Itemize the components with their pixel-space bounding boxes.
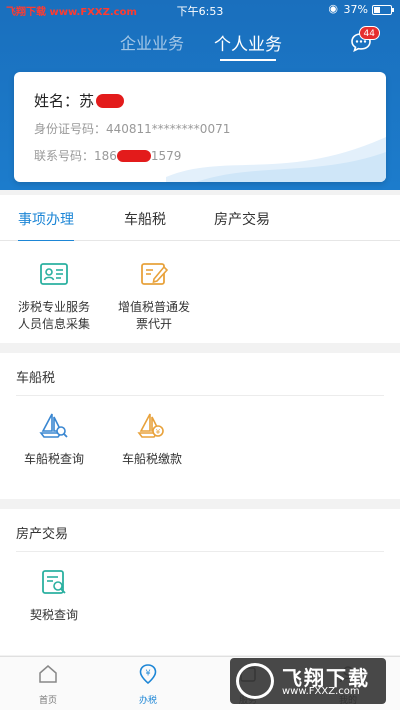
svg-text:¥: ¥ — [156, 428, 161, 436]
section-title: 车船税 — [16, 371, 56, 386]
phone-suffix: 1579 — [150, 149, 182, 163]
property-section: 房产交易 契税查询 — [0, 509, 400, 655]
service-personnel-info-button[interactable]: 涉税专业服务 人员信息采集 — [4, 259, 104, 333]
watermark-logo-icon — [236, 663, 274, 699]
divider — [16, 551, 384, 552]
bottom-nav: 首页 ¥ 办税 服务 我的 飞翔下载 www.FXXZ.com — [0, 656, 400, 710]
item-label: 增值税普通发 票代开 — [104, 299, 204, 333]
svg-text:¥: ¥ — [145, 669, 150, 678]
profile-id-number: 身份证号码：440811********0071 — [34, 122, 231, 136]
rotation-lock-icon: ◉ — [328, 2, 338, 15]
profile-card: 姓名：苏 身份证号码：440811********0071 联系号码：186 15… — [14, 72, 386, 182]
boat-search-icon — [39, 413, 68, 438]
boat-pay-icon: ¥ — [137, 413, 164, 438]
message-badge: 44 — [358, 26, 380, 40]
item-label-line1: 涉税专业服务 — [17, 300, 90, 314]
item-label: 契税查询 — [29, 608, 78, 622]
tab-enterprise[interactable]: 企业业务 — [120, 30, 184, 54]
nav-tax[interactable]: ¥ 办税 — [118, 663, 178, 706]
battery-percent: 37% — [343, 3, 368, 16]
watermark-url: www.FXXZ.com — [282, 686, 360, 697]
document-search-icon — [42, 570, 66, 594]
nav-label: 办税 — [138, 696, 157, 706]
vehicle-tax-payment-button[interactable]: ¥ 车船税缴款 — [102, 411, 202, 468]
invoice-edit-icon — [141, 263, 169, 285]
battery-icon — [372, 5, 394, 15]
vehicle-tax-query-button[interactable]: 车船税查询 — [4, 411, 104, 468]
battery-fill — [374, 7, 380, 13]
tab-personal[interactable]: 个人业务 — [214, 30, 282, 61]
redaction-mark — [116, 150, 151, 162]
divider — [16, 395, 384, 396]
id-card-icon — [40, 263, 68, 285]
profile-phone: 联系号码：186 1579 — [34, 147, 181, 164]
tab-personal-label: 个人业务 — [214, 35, 282, 55]
tab-matters-label: 事项办理 — [18, 212, 74, 228]
status-bar: 飞翔下载 www.FXXZ.com 下午6:53 ◉ 37% — [0, 0, 400, 20]
redaction-mark — [96, 94, 125, 108]
vat-invoice-issue-button[interactable]: 增值税普通发 票代开 — [104, 259, 204, 333]
section-tabs: 事项办理 车船税 房产交易 — [0, 195, 400, 242]
item-label-line2: 人员信息采集 — [17, 317, 90, 331]
profile-name-label: 姓名：苏 — [34, 92, 95, 110]
section-title: 房产交易 — [16, 527, 69, 542]
watermark-logo: 飞翔下载 www.FXXZ.com — [230, 658, 386, 704]
matters-section: 涉税专业服务 人员信息采集 增值税普通发 票代开 — [0, 241, 400, 343]
tab-property[interactable]: 房产交易 — [214, 209, 270, 229]
nav-label: 首页 — [38, 696, 57, 706]
header: 飞翔下载 www.FXXZ.com 下午6:53 ◉ 37% 企业业务 个人业务… — [0, 0, 400, 190]
phone-prefix: 联系号码：186 — [34, 149, 117, 163]
item-label: 涉税专业服务 人员信息采集 — [4, 299, 104, 333]
nav-home[interactable]: 首页 — [18, 663, 78, 706]
vehicle-tax-section: 车船税 车船税查询 ¥ 车船税缴款 — [0, 353, 400, 499]
tab-matters[interactable]: 事项办理 — [18, 209, 74, 242]
home-icon — [39, 665, 57, 683]
tab-underline — [220, 59, 276, 61]
top-tabs: 企业业务 个人业务 — [0, 26, 400, 62]
tab-vehicle-tax[interactable]: 车船税 — [124, 209, 166, 229]
tax-icon: ¥ — [139, 664, 157, 685]
status-time: 下午6:53 — [176, 5, 224, 18]
profile-name: 姓名：苏 — [34, 90, 125, 111]
item-label-line2: 票代开 — [135, 317, 172, 331]
item-label: 车船税缴款 — [121, 452, 182, 466]
item-label-line1: 增值税普通发 — [117, 300, 190, 314]
deed-tax-query-button[interactable]: 契税查询 — [4, 567, 104, 624]
item-label: 车船税查询 — [23, 452, 84, 466]
